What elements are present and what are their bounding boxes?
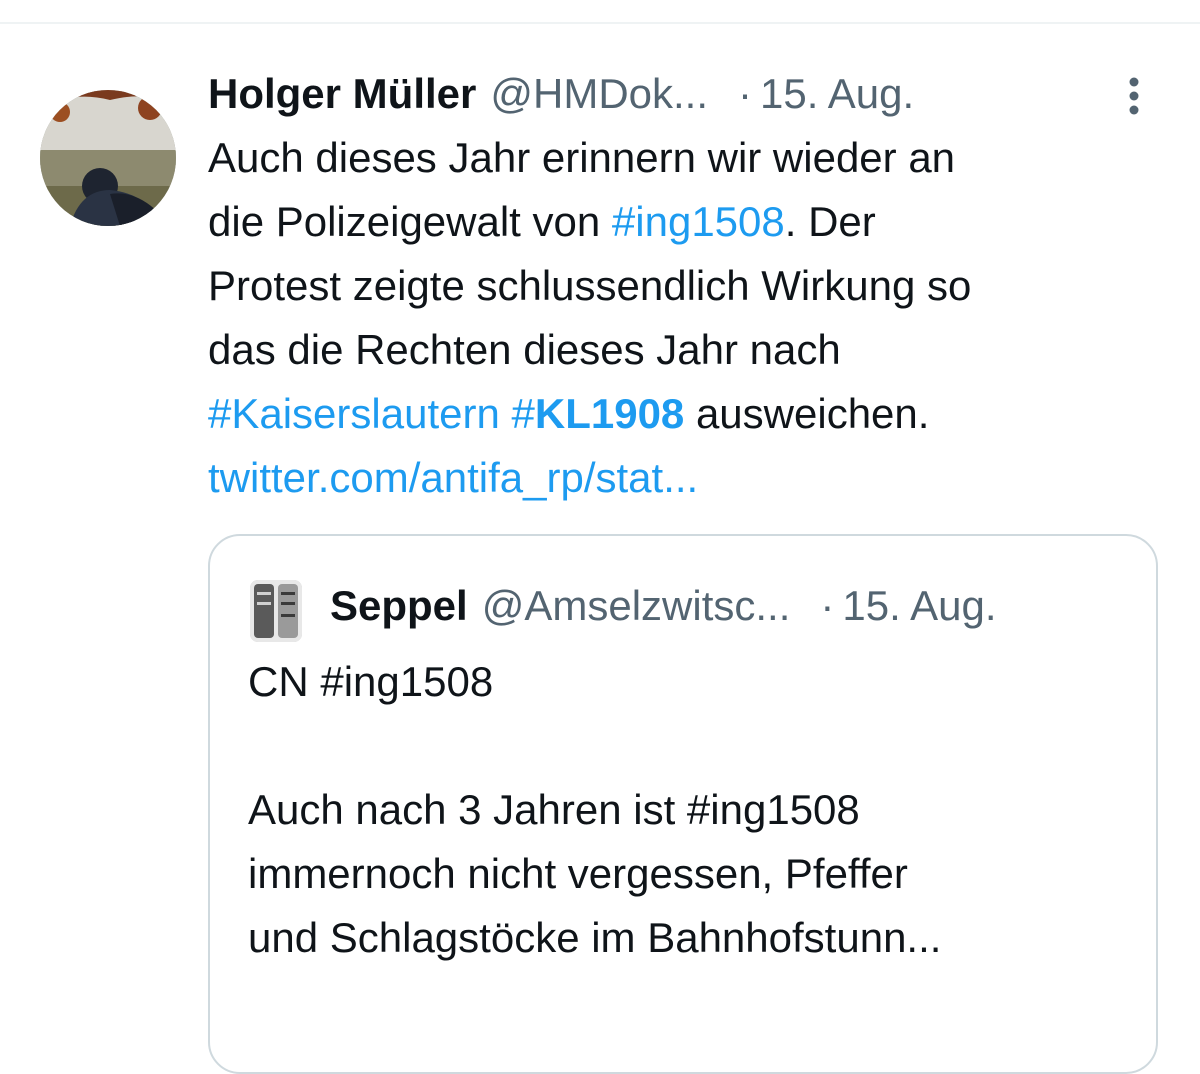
quoted-tweet[interactable]: Seppel @Amselzwitsc... · 15. Aug. CN #in… — [208, 534, 1158, 1074]
author-name[interactable]: Holger Müller — [208, 64, 476, 124]
quoted-text-line: immernoch nicht vergessen, Pfeffer — [248, 850, 908, 897]
more-vertical-icon — [1129, 77, 1139, 115]
hashtag-ing1508[interactable]: #ing1508 — [612, 198, 785, 245]
header-separator: · — [738, 70, 753, 117]
quoted-header-separator: · — [820, 582, 835, 629]
quoted-text-line: und Schlagstöcke im Bahnhofstunn... — [248, 914, 942, 961]
tweet-header: Holger Müller @HMDok... · 15. Aug. — [208, 64, 914, 124]
hashtag-kl1908[interactable]: #KL1908 — [512, 390, 685, 437]
avatar-photo — [40, 90, 176, 226]
quoted-author-name[interactable]: Seppel — [330, 576, 468, 636]
quoted-tweet-text: CN #ing1508 Auch nach 3 Jahren ist #ing1… — [248, 650, 1128, 970]
tweet-link[interactable]: twitter.com/antifa_rp/stat... — [208, 446, 1168, 510]
text-fragment: . Der — [784, 198, 876, 245]
quoted-text-blank-line — [248, 714, 1128, 778]
text-fragment: ausweichen. — [684, 390, 930, 437]
quoted-author-avatar[interactable] — [250, 580, 302, 642]
tweet-text: Auch dieses Jahr erinnern wir wieder an … — [208, 126, 1168, 510]
hashtag-word: KL1908 — [534, 390, 685, 437]
quoted-tweet-header: Seppel @Amselzwitsc... · 15. Aug. — [330, 576, 997, 636]
hashtag-symbol: # — [511, 390, 535, 437]
text-fragment — [500, 390, 512, 437]
author-avatar[interactable] — [40, 90, 176, 226]
tweet-text-line: Auch dieses Jahr erinnern wir wieder an — [208, 134, 956, 181]
author-handle[interactable]: @HMDok... — [490, 64, 708, 124]
text-fragment: die Polizeigewalt von — [208, 198, 612, 245]
tweet-date[interactable]: 15. Aug. — [760, 64, 914, 124]
quoted-author-handle[interactable]: @Amselzwitsc... — [482, 576, 791, 636]
tweet-text-line: die Polizeigewalt von #ing1508. Der — [208, 190, 1168, 254]
quoted-text-line: CN #ing1508 — [248, 658, 494, 705]
tweet-text-line: #Kaiserslautern #KL1908 ausweichen. — [208, 382, 1168, 446]
hashtag-kaiserslautern[interactable]: #Kaiserslautern — [208, 390, 500, 437]
quoted-avatar-photo — [250, 580, 302, 642]
quoted-text-line: Auch nach 3 Jahren ist #ing1508 — [248, 786, 860, 833]
more-options-button[interactable] — [1112, 64, 1156, 128]
quoted-tweet-date[interactable]: 15. Aug. — [842, 576, 996, 636]
tweet-text-line: das die Rechten dieses Jahr nach — [208, 326, 841, 373]
tweet-card[interactable]: Holger Müller @HMDok... · 15. Aug. Auch … — [0, 24, 1200, 1074]
tweet-text-line: Protest zeigte schlussendlich Wirkung so — [208, 262, 972, 309]
